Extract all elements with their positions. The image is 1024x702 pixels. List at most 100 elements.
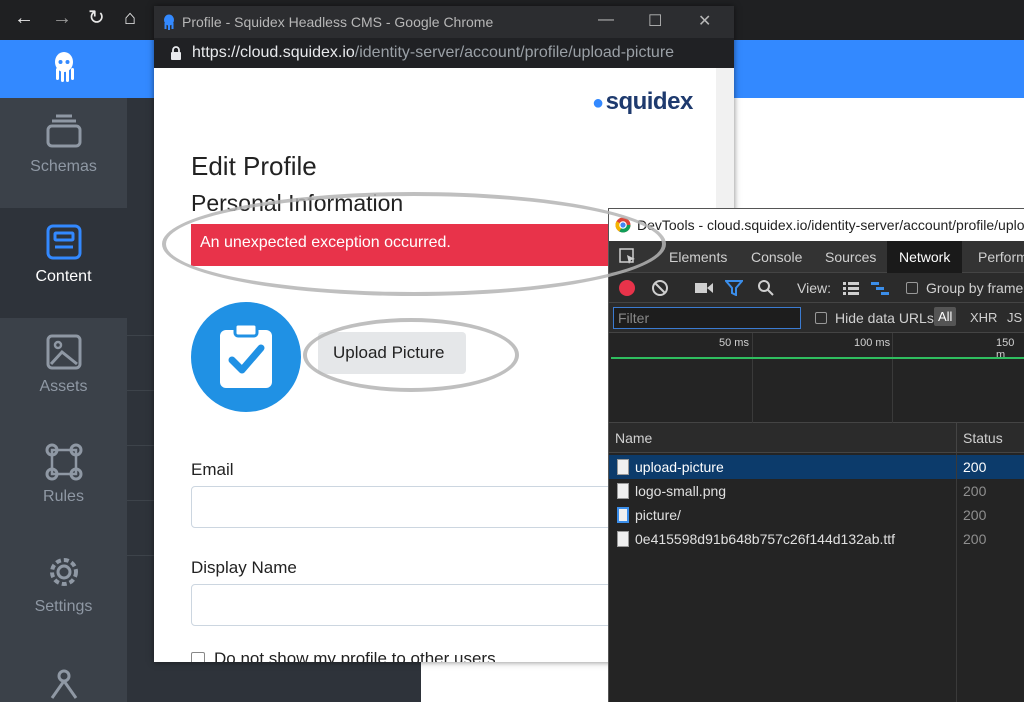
group-by-frame-checkbox[interactable] — [906, 282, 918, 294]
popup-title: Profile - Squidex Headless CMS - Google … — [182, 14, 494, 30]
view-label: View: — [797, 280, 831, 296]
request-name: picture/ — [635, 507, 681, 523]
waterfall-view-icon[interactable] — [871, 281, 889, 295]
assets-icon — [46, 334, 81, 370]
network-timeline[interactable]: 50 ms 100 ms 150 m — [609, 333, 1024, 423]
squidex-favicon-icon — [164, 14, 174, 30]
sidebar-label-rules: Rules — [43, 488, 84, 505]
camera-icon[interactable] — [695, 281, 713, 295]
rules-icon — [45, 443, 82, 481]
divider — [127, 555, 154, 556]
email-field[interactable] — [191, 486, 621, 528]
devtools-window: DevTools - cloud.squidex.io/identity-ser… — [608, 208, 1024, 702]
devtools-tabs: Elements Console Sources Network Perform — [609, 241, 1024, 273]
sidebar-item-content[interactable]: Content — [0, 208, 127, 318]
sidebar-label-content: Content — [35, 268, 92, 285]
hide-data-urls-checkbox[interactable] — [815, 312, 827, 324]
document-icon — [617, 459, 629, 475]
sidebar-item-assets[interactable]: Assets — [0, 318, 127, 428]
request-status: 200 — [963, 483, 987, 499]
display-name-field[interactable] — [191, 584, 621, 626]
clear-icon[interactable] — [651, 279, 669, 297]
squidex-brand-logo: ●squidex — [592, 88, 693, 116]
sidebar-item-schemas[interactable]: Schemas — [0, 98, 127, 208]
tab-sources[interactable]: Sources — [825, 249, 876, 265]
divider — [127, 390, 154, 391]
search-icon[interactable] — [757, 279, 775, 297]
popup-address-bar[interactable]: https://cloud.squidex.io/identity-server… — [154, 38, 734, 68]
popup-title-bar: Profile - Squidex Headless CMS - Google … — [154, 6, 734, 38]
url-host: https://cloud.squidex.io — [192, 44, 355, 61]
forward-icon[interactable]: → — [52, 8, 72, 28]
maximize-icon[interactable]: ☐ — [648, 11, 662, 31]
reload-icon[interactable]: ↻ — [88, 8, 105, 28]
email-label: Email — [191, 460, 234, 479]
timeline-activity-bar — [611, 357, 1024, 359]
column-status[interactable]: Status — [963, 430, 1003, 446]
frame-icon — [617, 507, 629, 523]
sidebar-label-assets: Assets — [39, 378, 88, 395]
image-file-icon — [617, 483, 629, 499]
schemas-icon — [46, 114, 81, 148]
filter-all-button[interactable]: All — [934, 307, 957, 326]
sidebar-label-schemas: Schemas — [30, 158, 97, 175]
divider — [127, 335, 154, 336]
squidex-logo-icon — [55, 52, 74, 82]
tab-console[interactable]: Console — [751, 249, 802, 265]
timeline-tick: 50 ms — [719, 337, 749, 349]
sidebar: Schemas Content Assets Rules Settings — [0, 98, 127, 702]
request-status: 200 — [963, 507, 987, 523]
avatar — [191, 302, 301, 412]
timeline-tick: 100 ms — [854, 337, 891, 349]
requests-table: upload-picture 200 logo-small.png 200 pi… — [609, 453, 1024, 702]
filter-js-button[interactable]: JS — [1007, 310, 1022, 325]
tab-network[interactable]: Network — [887, 241, 963, 273]
request-status: 200 — [963, 531, 987, 547]
back-icon[interactable]: ← — [14, 8, 34, 28]
divider — [127, 445, 154, 446]
brand-text: squidex — [605, 88, 694, 115]
sidebar-item-rules[interactable]: Rules — [0, 428, 127, 538]
gear-icon — [49, 558, 78, 586]
timeline-gridline — [752, 333, 753, 423]
workflow-icon[interactable] — [44, 668, 84, 702]
home-icon[interactable]: ⌂ — [124, 8, 136, 28]
squidex-mark-icon: ● — [592, 92, 604, 114]
timeline-gridline — [892, 333, 893, 423]
filter-xhr-button[interactable]: XHR — [970, 310, 997, 325]
url-path: /identity-server/account/profile/upload-… — [354, 44, 675, 61]
popup-url[interactable]: https://cloud.squidex.io/identity-server… — [192, 44, 674, 62]
sidebar-item-settings[interactable]: Settings — [0, 538, 127, 648]
record-icon[interactable] — [619, 280, 635, 296]
request-name: 0e415598d91b648b757c26f144d132ab.ttf — [635, 531, 896, 547]
table-row[interactable]: upload-picture 200 — [609, 455, 1024, 479]
close-icon[interactable]: ✕ — [698, 11, 711, 31]
app-header-right — [733, 40, 1024, 98]
filter-icon[interactable] — [725, 280, 743, 296]
sidebar-label-settings: Settings — [34, 598, 93, 615]
hide-profile-checkbox[interactable] — [191, 652, 205, 662]
requests-table-header: Name Status — [609, 423, 1024, 453]
column-divider — [956, 423, 957, 453]
error-highlight-circle — [162, 192, 666, 296]
divider — [127, 500, 154, 501]
page-title: Edit Profile — [191, 151, 317, 181]
minimize-icon[interactable]: — — [598, 11, 614, 29]
tab-elements[interactable]: Elements — [669, 249, 727, 265]
upload-highlight-circle — [303, 318, 519, 392]
content-icon — [46, 224, 81, 260]
column-name[interactable]: Name — [615, 430, 652, 446]
table-row[interactable]: picture/ 200 — [609, 503, 1024, 527]
clipboard-check-icon — [220, 322, 272, 388]
list-view-icon[interactable] — [843, 281, 859, 295]
tab-performance[interactable]: Perform — [978, 249, 1024, 265]
network-toolbar: View: Group by frame — [609, 273, 1024, 303]
filter-input[interactable]: Filter — [613, 307, 801, 329]
devtools-title-bar: DevTools - cloud.squidex.io/identity-ser… — [609, 209, 1024, 241]
display-name-label: Display Name — [191, 558, 297, 577]
lock-icon — [170, 46, 182, 65]
column-divider — [956, 453, 957, 702]
network-filter-bar: Filter Hide data URLs All XHR JS — [609, 303, 1024, 333]
table-row[interactable]: 0e415598d91b648b757c26f144d132ab.ttf 200 — [609, 527, 1024, 551]
table-row[interactable]: logo-small.png 200 — [609, 479, 1024, 503]
